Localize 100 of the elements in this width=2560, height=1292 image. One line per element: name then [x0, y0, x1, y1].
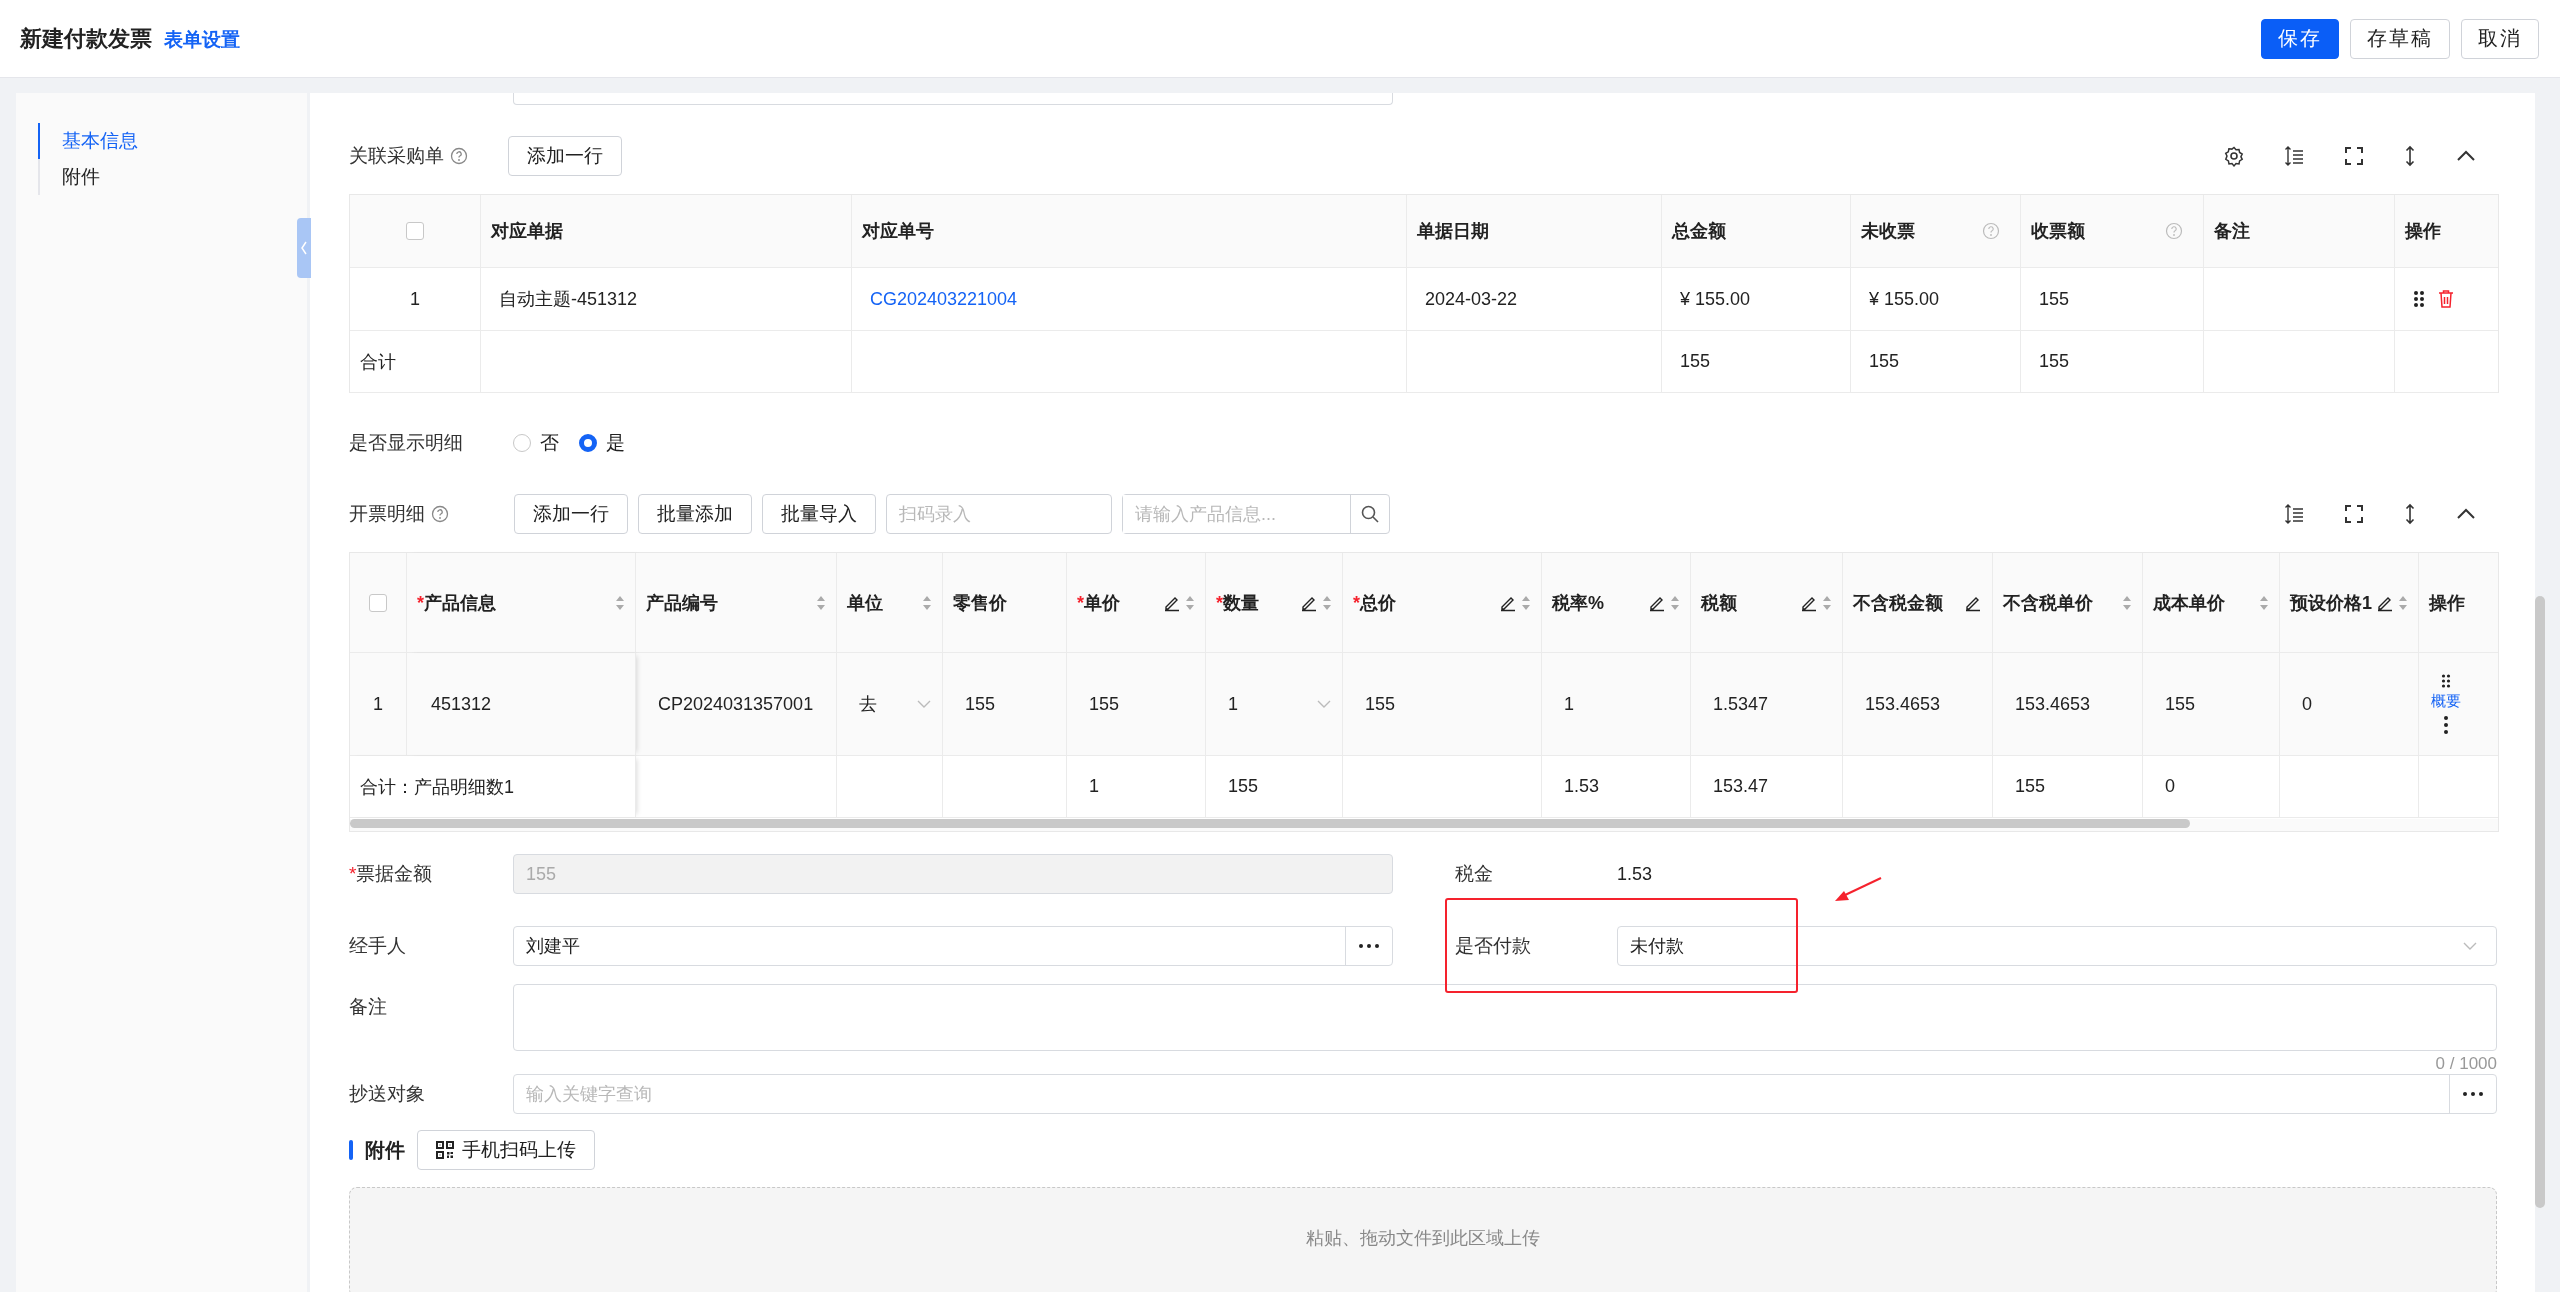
horizontal-scrollbar[interactable] [350, 819, 2190, 828]
column-header: 预设价格1 [2290, 591, 2372, 615]
table-cell: 1 [373, 693, 383, 715]
table-cell: 1.5347 [1713, 693, 1769, 715]
table-cell-text: 自动主题-451312 [499, 288, 638, 311]
field-label: 备注 [349, 995, 388, 1019]
vertical-arrows-icon[interactable] [2403, 503, 2417, 525]
collapse-chevron-icon[interactable] [2455, 149, 2477, 163]
row-height-icon[interactable] [2283, 145, 2305, 167]
table-cell: 153.47 [1713, 776, 1769, 797]
table-cell: 2024-03-22 [1425, 288, 1518, 310]
table-cell: 153.4653 [1865, 693, 1941, 715]
column-header: 对应单号 [862, 220, 934, 243]
table-cell: 155 [2015, 776, 2046, 797]
header-button[interactable]: 保存 [2261, 18, 2339, 59]
field-label: 税金 [1455, 862, 1494, 886]
collapse-handle[interactable] [297, 218, 311, 278]
summary-link[interactable]: 概要 [2431, 691, 2461, 711]
section-marker [349, 1140, 353, 1160]
table-cell: 155 [2039, 288, 2070, 310]
delete-icon[interactable] [2437, 289, 2455, 309]
fullscreen-icon[interactable] [2343, 145, 2365, 167]
column-header: 税额 [1701, 591, 1737, 615]
help-icon [1982, 222, 2000, 240]
column-header: 对应单据 [491, 220, 563, 243]
header-button[interactable]: 取消 [2461, 18, 2539, 59]
table-cell: 1 [1089, 776, 1099, 797]
upload-button[interactable]: 手机扫码上传 [417, 1130, 595, 1170]
sidebar-item[interactable]: 附件 [38, 159, 307, 195]
vertical-scrollbar[interactable] [2535, 596, 2545, 1208]
table-cell-text: 合计：产品明细数1 [360, 775, 514, 799]
payment-status-select[interactable]: 未付款 [1617, 926, 2497, 966]
help-icon [431, 505, 449, 523]
table-cell: 451312 [431, 693, 492, 715]
column-header: 单据日期 [1417, 220, 1489, 243]
tax-value: 1.53 [1617, 863, 1653, 885]
field-label: 是否付款 [1455, 934, 1532, 958]
drag-handle-icon[interactable] [2441, 673, 2451, 688]
drag-handle-icon[interactable] [2413, 290, 2425, 308]
dropzone-hint: 粘贴、拖动文件到此区域上传 [1306, 1227, 1540, 1250]
toolbar-button[interactable]: 添加一行 [514, 494, 628, 534]
table-cell: 155 [1089, 693, 1120, 715]
dropdown-chevron-icon[interactable] [1316, 699, 1332, 709]
ellipsis-icon [1359, 944, 1379, 948]
table-cell: 155 [2165, 693, 2196, 715]
table-cell-text: 去 [859, 693, 877, 716]
radio-option[interactable]: 否 [513, 430, 559, 456]
character-counter: 0 / 1000 [2435, 1054, 2497, 1074]
table-cell: 155 [1869, 351, 1900, 372]
product-search-field[interactable]: 请输入产品信息... [1122, 494, 1390, 534]
column-header: 总金额 [1672, 220, 1726, 243]
column-header: 操作 [2405, 220, 2441, 243]
page-title: 新建付款发票 [20, 24, 152, 53]
fullscreen-icon[interactable] [2343, 503, 2365, 525]
sidebar-item[interactable]: 基本信息 [38, 123, 307, 159]
help-icon [450, 147, 468, 165]
section-title: 附件 [365, 1137, 405, 1163]
column-header: 单位 [847, 591, 883, 615]
column-header: *总价 [1353, 591, 1396, 615]
table-cell: 1 [410, 288, 420, 310]
column-header: *数量 [1216, 591, 1259, 615]
help-icon [2165, 222, 2183, 240]
ellipsis-icon [2463, 1092, 2483, 1096]
select-all-checkbox[interactable] [406, 222, 424, 240]
select-all-checkbox[interactable] [369, 593, 387, 612]
column-header: 操作 [2429, 591, 2465, 615]
annotation-arrow [1833, 876, 1883, 904]
column-header: 零售价 [953, 591, 1007, 615]
handler-input-field[interactable]: 刘建平 [513, 926, 1393, 966]
row-height-icon[interactable] [2283, 503, 2305, 525]
field-label: *票据金额 [349, 862, 434, 886]
form-settings-link[interactable]: 表单设置 [164, 26, 240, 53]
column-header: 未收票 [1861, 220, 1915, 243]
table-cell: 1 [1564, 693, 1574, 715]
field-label: 抄送对象 [349, 1082, 426, 1106]
dropdown-chevron-icon[interactable] [916, 699, 932, 709]
scan-input-field[interactable]: 扫码录入 [886, 494, 1112, 534]
vertical-arrows-icon[interactable] [2403, 145, 2417, 167]
table-cell: ¥ 155.00 [1680, 288, 1751, 310]
settings-icon[interactable] [2223, 145, 2245, 167]
column-header: 不含税金额 [1853, 591, 1943, 615]
remark-textarea[interactable] [513, 984, 2497, 1051]
more-icon[interactable] [2443, 714, 2449, 735]
table-cell: 155 [1365, 693, 1396, 715]
order-number-link[interactable]: CG202403221004 [870, 288, 1018, 310]
radio-option[interactable]: 是 [579, 430, 625, 456]
collapse-chevron-icon[interactable] [2455, 507, 2477, 521]
toolbar-button[interactable]: 批量添加 [638, 494, 752, 534]
table-cell: 155 [1228, 776, 1259, 797]
column-header: 成本单价 [2153, 591, 2225, 615]
search-icon[interactable] [1360, 504, 1380, 524]
toolbar-button[interactable]: 批量导入 [762, 494, 876, 534]
table-cell: 1.53 [1564, 776, 1600, 797]
column-header: 备注 [2214, 220, 2250, 243]
input-field[interactable] [513, 93, 1393, 105]
header-button[interactable]: 存草稿 [2350, 18, 2450, 59]
qr-code-icon [436, 1141, 454, 1159]
add-row-button[interactable]: 添加一行 [508, 136, 622, 176]
column-header: 产品编号 [646, 591, 718, 615]
field-label: 开票明细 [349, 502, 425, 526]
